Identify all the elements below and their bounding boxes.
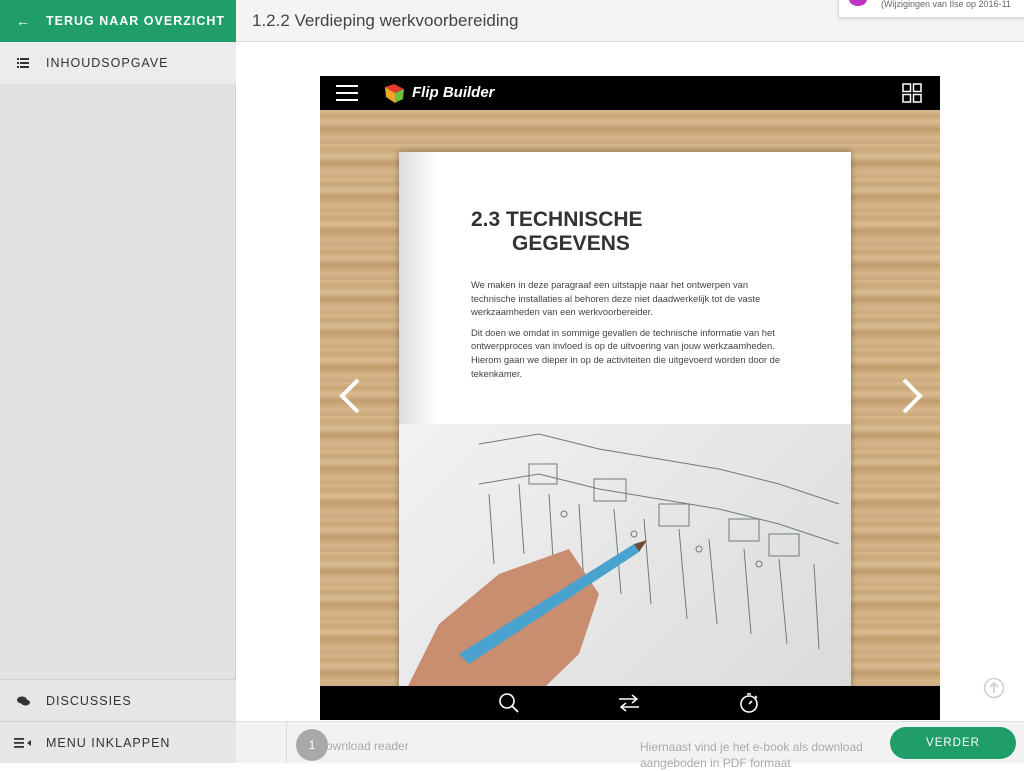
chat-bubbles-icon [0,696,46,706]
page-heading-line2: GEGEVENS [512,232,630,255]
list-icon [0,58,46,68]
next-page-arrow[interactable] [898,376,926,416]
swap-pages-icon[interactable] [618,694,640,712]
collapse-menu-item[interactable]: MENU INKLAPPEN [0,721,236,763]
flipbook-viewer: Flip Builder 2.3 TECHNISCHE GEGEVENS We … [320,76,940,720]
flip-builder-brand: Flip Builder [412,84,495,101]
page-paragraph-2: Dit doen we omdat in sommige gevallen de… [471,326,781,379]
previous-page-arrow[interactable] [336,376,364,416]
next-button[interactable]: VERDER [890,727,1016,759]
user-avatar [849,0,867,6]
page-header: 1.2.2 Verdieping werkvoorbereiding (Wijz… [236,0,1024,42]
discussions-label: DISCUSSIES [46,693,132,708]
back-to-overview-button[interactable]: ← TERUG NAAR OVERZICHT [0,0,236,42]
download-reader-link[interactable]: ownload reader [326,739,409,753]
page-number-badge: 1 [296,729,328,761]
viewer-toolbar: Flip Builder [320,76,940,110]
page-title: 1.2.2 Verdieping werkvoorbereiding [252,11,519,30]
page-heading: 2.3 TECHNISCHE GEGEVENS [471,208,801,256]
back-to-overview-label: TERUG NAAR OVERZICHT [46,14,226,28]
collapse-menu-icon [0,737,46,748]
viewer-bottom-toolbar [320,686,940,720]
scroll-to-top-icon[interactable] [983,677,1005,699]
table-of-contents-item[interactable]: INHOUDSOPGAVE [0,42,236,85]
flip-builder-logo-icon [385,84,404,103]
search-icon[interactable] [498,692,520,714]
hamburger-menu-icon[interactable] [336,84,358,102]
autoplay-timer-icon[interactable] [738,692,760,714]
table-of-contents-label: INHOUDSOPGAVE [46,56,169,70]
arrow-left-icon: ← [16,13,30,29]
notification-text: (Wijzigingen van Ilse op 2016-11 [881,0,1011,9]
page-body-text: We maken in deze paragraaf een uitstapje… [471,278,781,387]
notification-toast[interactable]: (Wijzigingen van Ilse op 2016-11 [838,0,1024,18]
book-page: 2.3 TECHNISCHE GEGEVENS We maken in deze… [399,152,851,712]
schematic-photo [399,424,851,712]
discussions-item[interactable]: DISCUSSIES [0,679,236,721]
collapse-menu-label: MENU INKLAPPEN [46,735,171,750]
download-info-text: Hiernaast vind je het e-book als downloa… [640,740,863,770]
wood-background: 2.3 TECHNISCHE GEGEVENS We maken in deze… [320,110,940,712]
bottom-bar: 1 ownload reader Hiernaast vind je het e… [236,721,1024,770]
page-paragraph-1: We maken in deze paragraaf een uitstapje… [471,279,761,318]
thumbnails-grid-icon[interactable] [902,83,922,103]
sidebar: ← TERUG NAAR OVERZICHT INHOUDSOPGAVE DIS… [0,0,236,763]
page-heading-line1: 2.3 TECHNISCHE [471,208,643,231]
